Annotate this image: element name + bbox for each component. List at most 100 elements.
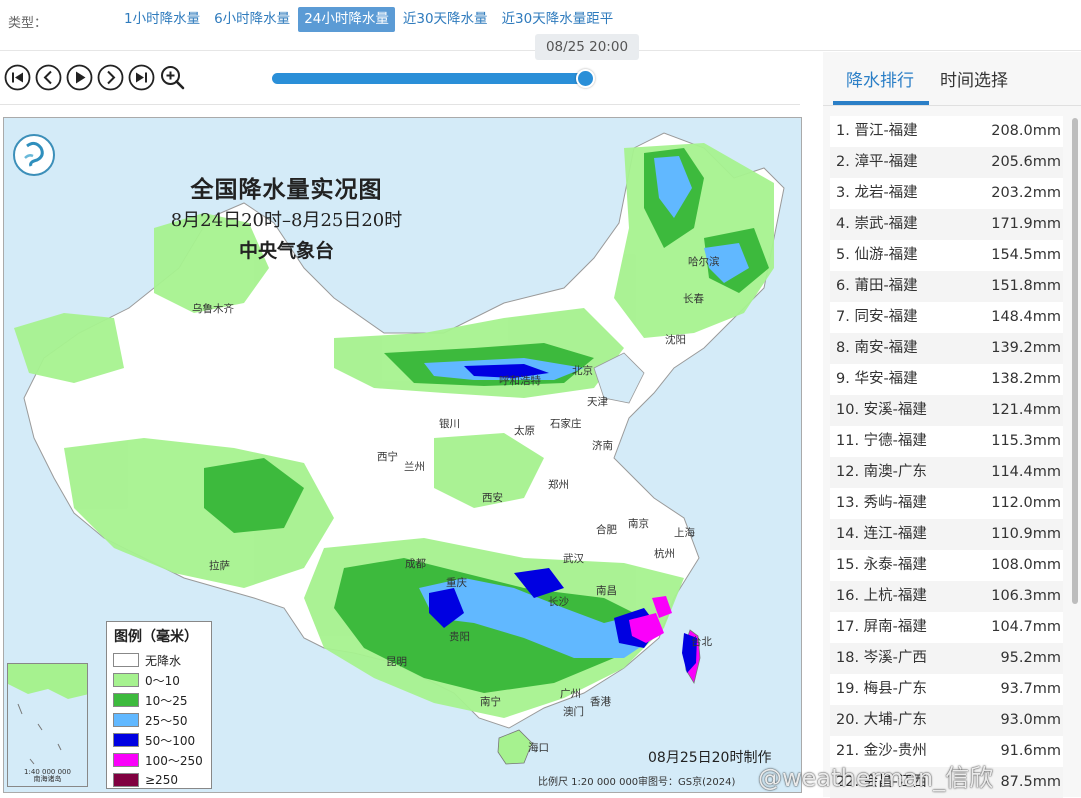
tab-30d-precip[interactable]: 近30天降水量 [397,7,494,32]
station-name: 11. 宁德-福建 [836,433,927,449]
legend-swatch [113,753,139,767]
ranking-row[interactable]: 5. 仙游-福建 154.5mm [830,240,1063,271]
precip-value: 108.0mm [991,557,1061,573]
prev-frame-icon[interactable] [35,64,62,91]
city-label: 石家庄 [550,418,582,430]
tab-precip-ranking[interactable]: 降水排行 [846,66,914,91]
city-label: 武汉 [563,553,584,565]
map-agency: 中央气象台 [238,240,334,262]
tab-6h-precip[interactable]: 6小时降水量 [208,7,296,32]
slider-handle[interactable] [576,69,595,88]
city-label: 合肥 [596,524,617,536]
station-name: 8. 南安-福建 [836,340,918,356]
station-name: 12. 南澳-广东 [836,464,927,480]
ranking-row[interactable]: 10. 安溪-福建 121.4mm [830,395,1063,426]
ranking-panel: 降水排行 时间选择 1. 晋江-福建 208.0mm 2. 漳平-福建 205.6mm… [823,52,1081,798]
ranking-row[interactable]: 11. 宁德-福建 115.3mm [830,426,1063,457]
precip-value: 205.6mm [991,154,1061,170]
legend-label: 0～10 [145,673,180,688]
city-label: 成都 [405,558,426,570]
play-icon[interactable] [66,64,93,91]
station-name: 19. 梅县-广东 [836,681,927,697]
city-label: 南昌 [596,585,617,597]
ranking-row[interactable]: 1. 晋江-福建 208.0mm [830,116,1063,147]
precip-value: 93.7mm [1000,681,1061,697]
precip-value: 154.5mm [991,247,1061,263]
city-label: 银川 [439,418,460,430]
legend-swatch [113,653,139,667]
legend-swatch [113,733,139,747]
city-label: 呼和浩特 [499,375,541,387]
legend-label: 50～100 [145,733,196,748]
precip-value: 114.4mm [991,464,1061,480]
active-tab-underline [833,101,929,105]
station-name: 18. 岑溪-广西 [836,650,927,666]
panel-tabs: 降水排行 时间选择 [823,52,1081,106]
station-name: 10. 安溪-福建 [836,402,927,418]
type-label: 类型： [8,16,48,31]
ranking-row[interactable]: 2. 漳平-福建 205.6mm [830,147,1063,178]
city-label: 西安 [482,492,503,504]
precip-value: 115.3mm [991,433,1061,449]
legend-label: 无降水 [145,653,182,668]
station-name: 6. 莆田-福建 [836,278,918,294]
legend-swatch [113,773,139,787]
city-label: 上海 [674,527,695,539]
first-frame-icon[interactable] [4,64,31,91]
time-slider[interactable] [272,69,595,88]
tab-time-select[interactable]: 时间选择 [940,66,1008,91]
ranking-row[interactable]: 13. 秀屿-福建 112.0mm [830,488,1063,519]
map-title: 全国降水量实况图 [190,176,383,203]
legend-swatch [113,713,139,727]
ranking-scrollbar[interactable] [1072,118,1078,604]
legend-item: 100～250 [111,750,207,770]
current-time-tooltip: 08/25 20:00 [535,34,639,60]
legend-swatch [113,673,139,687]
ranking-row[interactable]: 17. 屏南-福建 104.7mm [830,612,1063,643]
ranking-list: 1. 晋江-福建 208.0mm 2. 漳平-福建 205.6mm 3. 龙岩-福建 20… [830,116,1063,798]
next-frame-icon[interactable] [97,64,124,91]
ranking-row[interactable]: 4. 崇武-福建 171.9mm [830,209,1063,240]
tab-24h-precip[interactable]: 24小时降水量 [298,7,395,32]
ranking-row[interactable]: 9. 华安-福建 138.2mm [830,364,1063,395]
legend-item: 50～100 [111,730,207,750]
player-controls [4,64,190,91]
city-label: 海口 [528,742,549,754]
station-name: 4. 崇武-福建 [836,216,918,232]
ranking-row[interactable]: 20. 大埔-广东 93.0mm [830,705,1063,736]
last-frame-icon[interactable] [128,64,155,91]
precip-value: 148.4mm [991,309,1061,325]
legend-label: 10～25 [145,693,188,708]
tab-30d-anomaly[interactable]: 近30天降水量距平 [496,7,620,32]
city-label: 郑州 [548,479,569,491]
city-label: 南京 [628,518,649,530]
ranking-row[interactable]: 12. 南澳-广东 114.4mm [830,457,1063,488]
map-review-number: 审图号：GS京(2024) [638,777,736,788]
city-label: 天津 [587,396,608,408]
station-name: 7. 同安-福建 [836,309,918,325]
ranking-row[interactable]: 7. 同安-福建 148.4mm [830,302,1063,333]
inset-caption: 南海诸岛 [33,775,62,783]
ranking-row[interactable]: 3. 龙岩-福建 203.2mm [830,178,1063,209]
station-name: 3. 龙岩-福建 [836,185,918,201]
precip-value: 121.4mm [991,402,1061,418]
ranking-row[interactable]: 18. 岑溪-广西 95.2mm [830,643,1063,674]
tab-1h-precip[interactable]: 1小时降水量 [118,7,206,32]
zoom-in-icon[interactable] [159,64,186,91]
station-name: 13. 秀屿-福建 [836,495,927,511]
ranking-row[interactable]: 6. 莆田-福建 151.8mm [830,271,1063,302]
station-name: 14. 连江-福建 [836,526,927,542]
ranking-row[interactable]: 8. 南安-福建 139.2mm [830,333,1063,364]
precip-value: 93.0mm [1000,712,1061,728]
precipitation-map[interactable]: 全国降水量实况图 8月24日20时–8月25日20时 中央气象台 哈尔滨 长春 乌鲁… [3,117,802,793]
city-label: 沈阳 [665,334,686,346]
precip-value: 106.3mm [991,588,1061,604]
ranking-row[interactable]: 14. 连江-福建 110.9mm [830,519,1063,550]
city-label: 重庆 [446,577,467,589]
ranking-row[interactable]: 16. 上杭-福建 106.3mm [830,581,1063,612]
ranking-row[interactable]: 19. 梅县-广东 93.7mm [830,674,1063,705]
precip-value: 95.2mm [1000,650,1061,666]
city-label: 香港 [590,696,611,708]
legend-item: ≥250 [111,770,207,790]
ranking-row[interactable]: 15. 永泰-福建 108.0mm [830,550,1063,581]
